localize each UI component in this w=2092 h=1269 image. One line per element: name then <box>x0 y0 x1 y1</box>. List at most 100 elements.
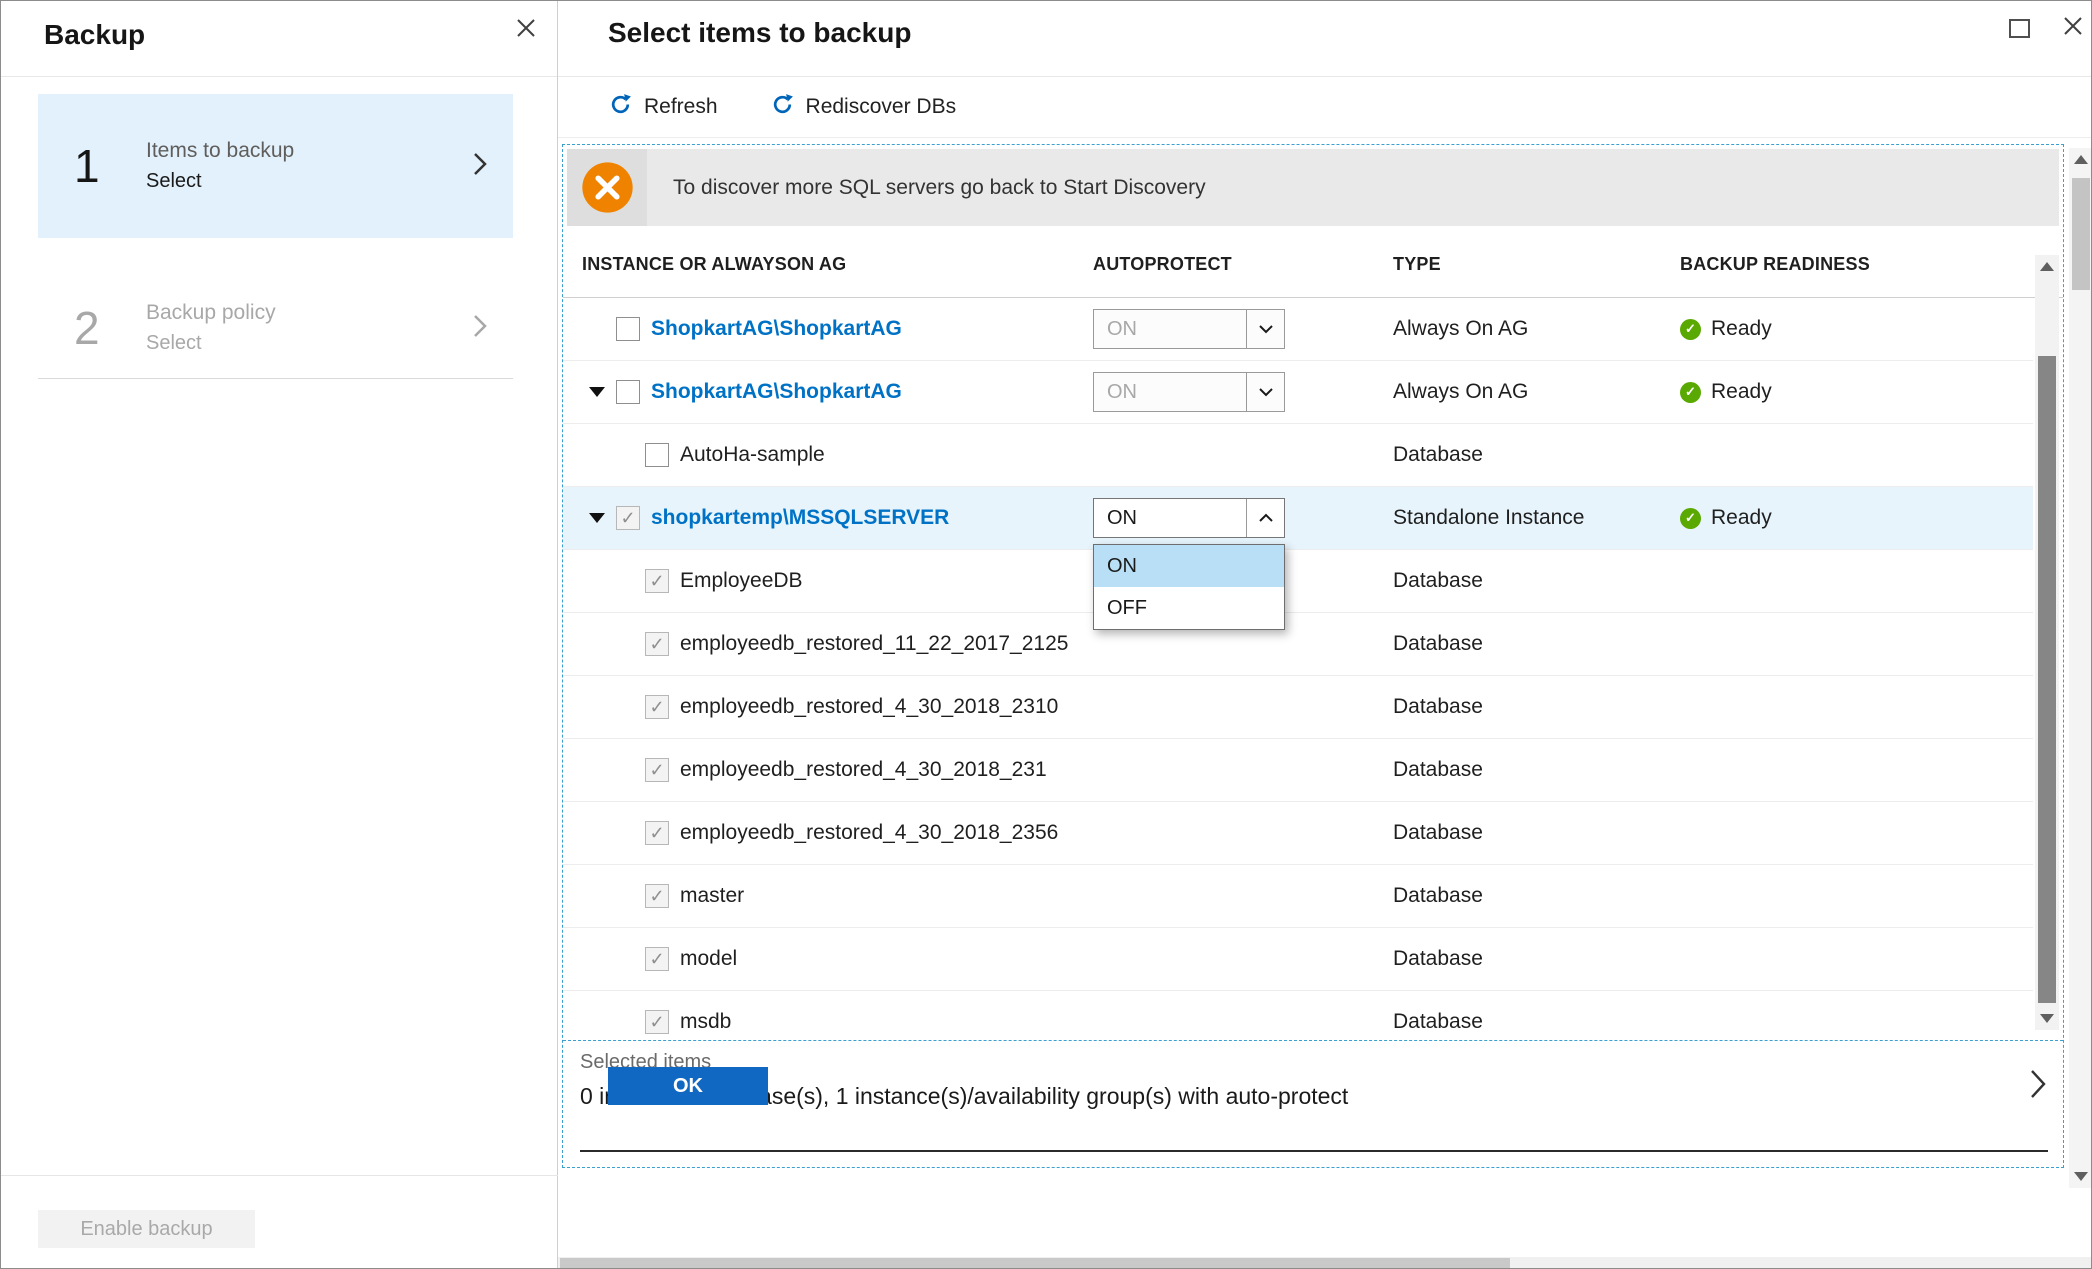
panel-horizontal-scrollbar[interactable] <box>558 1257 2091 1268</box>
table-row[interactable]: ✓ employeedb_restored_4_30_2018_231 Databa… <box>563 739 2033 802</box>
row-name-link[interactable]: ShopkartAG\ShopkartAG <box>651 380 902 404</box>
autoprotect-dropdown[interactable]: ON <box>1093 498 1285 538</box>
table-row[interactable]: ShopkartAG\ShopkartAG ON Always On AG ✓ Read… <box>563 361 2033 424</box>
autoprotect-value: ON <box>1107 506 1137 529</box>
table-row[interactable]: ShopkartAG\ShopkartAG ON Always On AG ✓ Read… <box>563 298 2033 361</box>
row-type: Database <box>1393 758 1483 781</box>
row-type: Database <box>1393 1010 1483 1033</box>
rediscover-dbs-button[interactable]: Rediscover DBs <box>770 92 956 122</box>
table-rows: ShopkartAG\ShopkartAG ON Always On AG ✓ Read… <box>563 298 2033 1040</box>
row-name-text: employeedb_restored_11_22_2017_2125 <box>680 632 1069 655</box>
footer-divider <box>1 1175 558 1176</box>
step-items-to-backup[interactable]: 1 Items to backup Select <box>38 94 513 238</box>
row-type: Database <box>1393 821 1483 844</box>
enable-backup-button[interactable]: Enable backup <box>38 1210 255 1248</box>
column-header-backup-readiness: BACKUP READINESS <box>1680 254 1870 274</box>
caret-down-icon <box>589 387 605 397</box>
autoprotect-value: ON <box>1107 317 1137 340</box>
row-type: Database <box>1393 569 1483 592</box>
close-icon[interactable] <box>513 15 539 46</box>
table-row[interactable]: AutoHa-sample Database <box>563 424 2033 487</box>
refresh-icon <box>770 92 795 122</box>
step-sublabel: Select <box>146 170 202 192</box>
row-type: Always On AG <box>1393 380 1529 403</box>
blade-title: Select items to backup <box>608 17 912 48</box>
row-name-cell: ✓ master <box>589 865 744 927</box>
row-checkbox[interactable] <box>616 317 640 341</box>
row-name-text: EmployeeDB <box>680 569 803 592</box>
refresh-label: Refresh <box>644 95 718 118</box>
select-items-blade: Select items to backup Refresh Rediscove… <box>558 1 2091 1268</box>
table-row[interactable]: ✓ shopkartemp\MSSQLSERVER ON Standalone Ins… <box>563 487 2033 550</box>
row-name-cell: AutoHa-sample <box>589 424 825 486</box>
row-checkbox[interactable] <box>616 380 640 404</box>
row-checkbox[interactable]: ✓ <box>645 884 669 908</box>
row-name-text: model <box>680 947 738 970</box>
dropdown-option-on[interactable]: ON <box>1094 545 1284 587</box>
row-checkbox[interactable]: ✓ <box>645 758 669 782</box>
row-name-link[interactable]: shopkartemp\MSSQLSERVER <box>651 506 949 530</box>
panel-vertical-scrollbar[interactable] <box>2069 148 2091 1188</box>
items-grid-container: To discover more SQL servers go back to … <box>562 144 2064 1168</box>
row-type: Standalone Instance <box>1393 506 1585 529</box>
toolbar: Refresh Rediscover DBs <box>558 77 2091 138</box>
row-name-cell: ✓ employeedb_restored_4_30_2018_231 <box>589 739 1047 801</box>
table-row[interactable]: ✓ employeedb_restored_4_30_2018_2356 Datab… <box>563 802 2033 865</box>
scroll-down-icon[interactable] <box>2040 1014 2054 1023</box>
row-checkbox[interactable]: ✓ <box>645 569 669 593</box>
row-checkbox[interactable]: ✓ <box>645 632 669 656</box>
selected-items-underline <box>580 1150 2048 1152</box>
table-header-row: INSTANCE OR ALWAYSON AG AUTOPROTECT TYPE… <box>563 230 2063 298</box>
row-name-cell: ✓ msdb <box>589 991 731 1040</box>
step-texts: Backup policy Select <box>146 301 473 355</box>
caret-down-icon <box>589 513 605 523</box>
refresh-button[interactable]: Refresh <box>608 92 718 122</box>
row-expander-icon[interactable] <box>589 513 616 523</box>
table-row[interactable]: ✓ master Database <box>563 865 2033 928</box>
autoprotect-dropdown[interactable]: ON <box>1093 372 1285 412</box>
scroll-up-icon[interactable] <box>2074 155 2088 164</box>
row-name-text: msdb <box>680 1010 732 1033</box>
row-readiness-cell: ✓ Ready <box>1680 298 1772 360</box>
table-row[interactable]: ✓ EmployeeDB Database <box>563 550 2033 613</box>
ready-check-icon: ✓ <box>1680 318 1701 340</box>
chevron-right-icon <box>473 313 487 344</box>
scrollbar-thumb[interactable] <box>560 1258 1510 1268</box>
row-type: Database <box>1393 947 1483 970</box>
table-row[interactable]: ✓ model Database <box>563 928 2033 991</box>
row-name-cell: ✓ employeedb_restored_11_22_2017_2125 <box>589 613 1068 675</box>
scrollbar-thumb[interactable] <box>2038 356 2056 1003</box>
close-icon[interactable] <box>2060 13 2086 44</box>
ok-button[interactable]: OK <box>608 1067 768 1105</box>
row-checkbox[interactable]: ✓ <box>616 506 640 530</box>
scrollbar-thumb[interactable] <box>2072 178 2090 290</box>
maximize-icon[interactable] <box>2009 19 2030 38</box>
row-checkbox[interactable]: ✓ <box>645 821 669 845</box>
tools-icon <box>581 162 633 213</box>
row-autoprotect-cell: ON <box>1093 298 1285 360</box>
scroll-down-icon[interactable] <box>2074 1172 2088 1181</box>
discovery-info-banner: To discover more SQL servers go back to … <box>567 149 2059 226</box>
selected-items-chevron-icon[interactable] <box>2029 1067 2047 1106</box>
table-row[interactable]: ✓ msdb Database <box>563 991 2033 1040</box>
table-row[interactable]: ✓ employeedb_restored_11_22_2017_2125 Data… <box>563 613 2033 676</box>
row-name-cell: ShopkartAG\ShopkartAG <box>589 298 902 360</box>
row-name-link[interactable]: ShopkartAG\ShopkartAG <box>651 317 902 341</box>
row-type: Database <box>1393 632 1483 655</box>
row-name-text: employeedb_restored_4_30_2018_231 <box>680 758 1047 781</box>
table-row[interactable]: ✓ employeedb_restored_4_30_2018_2310 Datab… <box>563 676 2033 739</box>
step-number: 1 <box>74 140 100 192</box>
dropdown-option-off[interactable]: OFF <box>1094 587 1284 629</box>
row-checkbox[interactable]: ✓ <box>645 695 669 719</box>
row-checkbox[interactable]: ✓ <box>645 947 669 971</box>
autoprotect-dropdown[interactable]: ON <box>1093 309 1285 349</box>
row-name-cell: ShopkartAG\ShopkartAG <box>589 361 902 423</box>
row-checkbox[interactable]: ✓ <box>645 1010 669 1034</box>
scroll-up-icon[interactable] <box>2040 262 2054 271</box>
row-name-cell: ✓ shopkartemp\MSSQLSERVER <box>589 487 949 549</box>
backup-window: Backup 1 Items to backup Select 2 Backup… <box>0 0 2092 1269</box>
grid-vertical-scrollbar[interactable] <box>2035 255 2059 1030</box>
row-checkbox[interactable] <box>645 443 669 467</box>
step-backup-policy[interactable]: 2 Backup policy Select <box>38 278 513 379</box>
row-expander-icon[interactable] <box>589 387 616 397</box>
